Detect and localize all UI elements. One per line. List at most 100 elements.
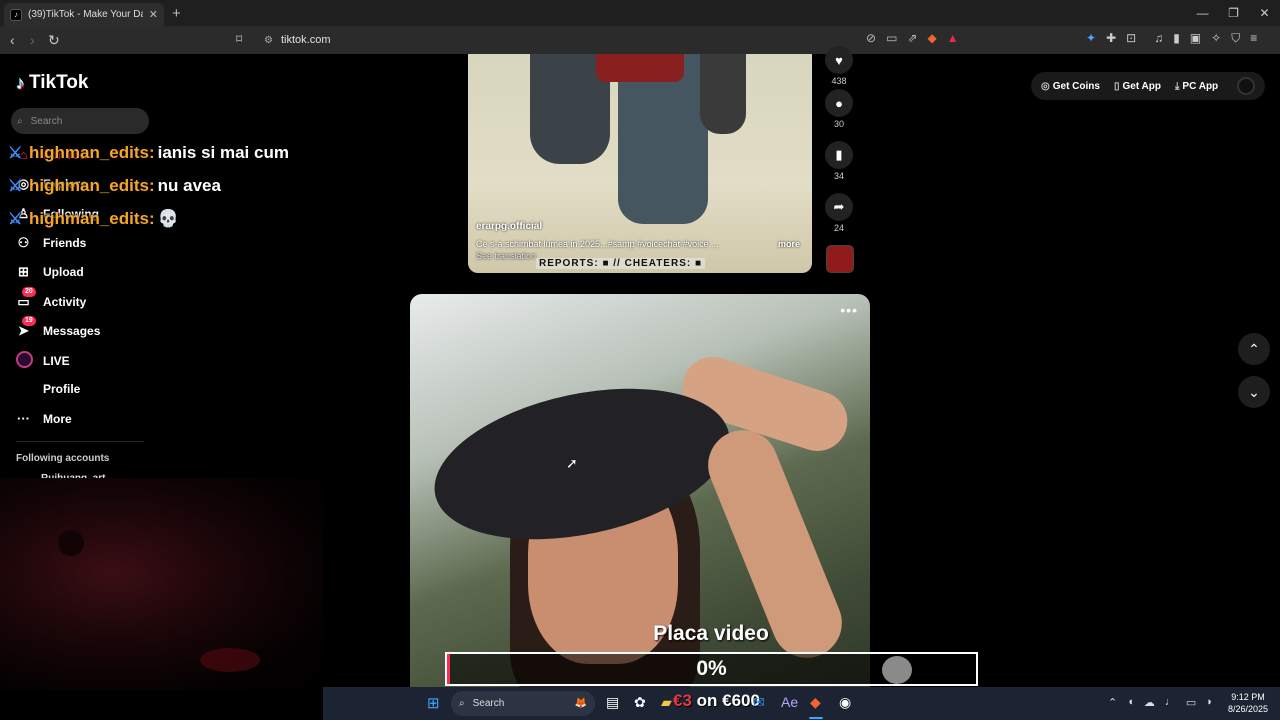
bookmark-icon[interactable]: ⌑ [236, 32, 242, 46]
widget-art-icon: 🦊 [574, 698, 587, 709]
sidebar-item-live[interactable]: LIVE [16, 351, 70, 371]
sidebar-item-activity[interactable]: ▭ 20 Activity [16, 287, 87, 310]
after-effects-icon[interactable]: Ae [781, 694, 798, 710]
obs-icon[interactable]: ◉ [839, 694, 851, 711]
menu-icon[interactable]: ≡ [1250, 31, 1257, 46]
volume-icon[interactable]: ◗ [1206, 696, 1213, 709]
back-icon[interactable]: ‹ [10, 32, 15, 48]
sidebar-item-label: More [43, 411, 72, 426]
video-figure [700, 54, 746, 134]
copilot-icon[interactable]: ✿ [634, 694, 646, 711]
extensions-icon[interactable]: ✚ [1106, 31, 1116, 46]
share-icon[interactable]: ⇗ [907, 31, 917, 45]
vpn-icon[interactable]: ⛉ [1231, 31, 1240, 46]
video-menu-icon[interactable]: ••• [840, 302, 858, 318]
network-icon[interactable]: ▭ [1186, 696, 1196, 709]
windows-start-icon[interactable]: ⊞ [427, 694, 440, 712]
upload-icon: ⊞ [18, 264, 29, 279]
minimize-icon[interactable]: — [1187, 0, 1218, 26]
reload-icon[interactable]: ↻ [48, 32, 60, 49]
sidebar-item-label: Activity [43, 295, 87, 309]
system-tray: ⌃ ◖ ☁ ♩ ▭ ◗ [1108, 696, 1213, 709]
sidebar-item-messages[interactable]: ➤ 19 Messages [16, 316, 100, 339]
more-icon: ··· [17, 411, 30, 426]
get-app-button[interactable]: ▯ Get App [1114, 81, 1161, 92]
get-coins-label: Get Coins [1052, 80, 1100, 92]
brave-rewards-icon[interactable]: ▲ [947, 31, 959, 45]
leo-ai-icon[interactable]: ✧ [1211, 31, 1221, 46]
video-author[interactable]: erarpg.official [476, 221, 542, 232]
chevron-up-icon[interactable]: ⌃ [1108, 696, 1117, 709]
media-icon[interactable]: ♫ [1154, 31, 1163, 46]
get-app-label: Get App [1122, 80, 1161, 92]
clock-time: 9:12 PM [1231, 692, 1265, 702]
friends-icon: ⚇ [17, 235, 30, 250]
scroll-up-button[interactable]: ⌃ [1238, 333, 1270, 365]
mic-icon[interactable]: ♩ [1165, 696, 1176, 709]
media-block-icon[interactable]: ⊘ [866, 31, 876, 45]
chat-username: highman_edits: [29, 175, 155, 195]
chat-username: highman_edits: [29, 142, 155, 162]
restore-icon[interactable]: ❐ [1218, 0, 1249, 26]
sidebar-item-friends[interactable]: ⚇ Friends [16, 235, 87, 251]
search-input[interactable]: ⌕ Search [11, 108, 149, 134]
taskbar-clock[interactable]: 9:12 PM 8/26/2025 [1228, 691, 1268, 715]
outlook-icon[interactable]: ✉ [753, 694, 765, 711]
site-info-icon[interactable]: ⚙ [264, 35, 273, 46]
sidebar-toggle-icon[interactable]: ▮ [1173, 31, 1180, 46]
share-count: 24 [833, 223, 844, 233]
browser-tab[interactable]: ♪ (39)TikTok - Make Your Day ✕ [4, 3, 164, 26]
comment-action[interactable]: ● 30 [822, 89, 856, 129]
see-translation-link[interactable]: See translation [476, 251, 536, 261]
video-figure [596, 54, 684, 82]
sidebar-item-more[interactable]: ··· More [16, 411, 72, 426]
save-action[interactable]: ▮ 34 [822, 141, 856, 181]
share-arrow-icon[interactable]: ➦ [825, 193, 853, 221]
promo-suffix: on €600 [691, 691, 760, 710]
brave-browser-icon[interactable]: ◆ [810, 694, 821, 711]
sidebar-item-profile[interactable]: Profile [16, 382, 80, 396]
bookmark-save-icon[interactable]: ▮ [825, 141, 853, 169]
overlay-goal-title: Placa video [653, 622, 769, 645]
phone-icon: ▯ [1113, 80, 1120, 92]
sidebar-item-upload[interactable]: ⊞ Upload [16, 264, 84, 280]
wallet-icon[interactable]: ▣ [1190, 31, 1201, 46]
url-text: tiktok.com [280, 34, 331, 46]
pc-app-button[interactable]: ⤓ PC App [1175, 81, 1218, 92]
brave-shields-icon[interactable]: ◆ [927, 31, 936, 45]
video-player[interactable]: erarpg.official Ce s-a schimbat lumea in… [468, 54, 812, 273]
cast-icon[interactable]: ▭ [886, 31, 897, 45]
sidebar-item-label: Friends [43, 236, 87, 250]
onedrive-icon[interactable]: ☁ [1144, 696, 1155, 709]
taskbar-search-label: Search [472, 698, 505, 709]
video-more-link[interactable]: more [778, 239, 800, 249]
comment-icon[interactable]: ● [825, 89, 853, 117]
webcam-shape [58, 530, 84, 556]
tiktok-logo-icon: ♪ [16, 72, 25, 93]
live-icon [16, 351, 33, 371]
screenshot-icon[interactable]: ⊡ [1126, 31, 1136, 46]
chat-message: ⚔ highman_edits: 💀 [8, 202, 289, 235]
tiktok-logo[interactable]: ♪ TikTok [16, 72, 88, 94]
forward-icon[interactable]: › [30, 32, 35, 48]
chevron-down-icon: ⌄ [1248, 383, 1260, 400]
browser-tabbar: ♪ (39)TikTok - Make Your Day ✕ + — ❐ ✕ [0, 0, 1280, 26]
like-action[interactable]: ♥ 438 [822, 46, 856, 86]
task-view-icon[interactable]: ▤ [606, 694, 619, 711]
taskbar-promo[interactable]: €3 on €600 [673, 691, 760, 711]
close-window-icon[interactable]: ✕ [1249, 0, 1280, 26]
taskbar-search[interactable]: ⌕ Search 🦊 [451, 691, 595, 716]
new-tab-icon[interactable]: + [172, 5, 181, 22]
close-tab-icon[interactable]: ✕ [149, 8, 158, 21]
translate-extension-icon[interactable]: ✦ [1086, 31, 1096, 46]
webcam-shape [200, 648, 260, 672]
profile-avatar[interactable] [1237, 77, 1255, 95]
promo-prefix: €3 [673, 691, 692, 710]
speaker-icon[interactable]: ◖ [1127, 696, 1134, 709]
scroll-down-button[interactable]: ⌄ [1238, 376, 1270, 408]
share-action[interactable]: ➦ 24 [822, 193, 856, 233]
file-explorer-icon[interactable]: ▰ [661, 694, 672, 711]
heart-icon[interactable]: ♥ [825, 46, 853, 74]
creator-avatar[interactable] [826, 245, 854, 273]
get-coins-button[interactable]: ◎ Get Coins [1041, 81, 1100, 92]
